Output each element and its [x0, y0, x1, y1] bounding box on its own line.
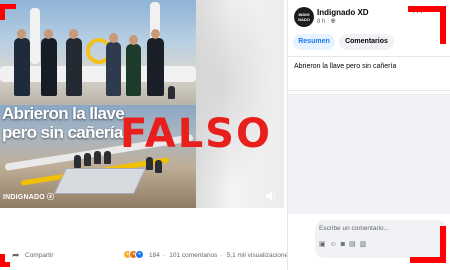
bystander — [168, 86, 175, 99]
person-4-head — [109, 33, 118, 43]
post-details-panel: INDIG NADO Indignado XD 8 h · 🌐︎ ··· Res… — [287, 0, 450, 270]
post-time[interactable]: 8 h — [317, 19, 325, 25]
vertical-pipe-left — [30, 8, 40, 64]
comment-input[interactable]: Escribe un comentario... ▣☺◙▤▥ — [315, 220, 447, 258]
share-button[interactable]: Compartir — [25, 252, 54, 259]
post-action-bar: ➦ Compartir • • • 184 · 101 comentarios … — [0, 246, 291, 266]
person-4 — [106, 42, 121, 96]
falso-stamp: FALSO — [120, 111, 272, 157]
media-column: Abrieron la llave pero sin cañería FALSO… — [0, 0, 291, 270]
source-watermark: INDIGNADO ⓧ — [3, 194, 55, 201]
post-caption: Abrieron la llave pero sin cañería — [294, 63, 397, 70]
page-name[interactable]: Indignado XD — [317, 8, 369, 17]
like-reaction-icon: • — [135, 250, 144, 259]
divider — [288, 56, 450, 57]
person-5 — [126, 44, 141, 96]
worker-6 — [155, 160, 162, 173]
worker-2 — [84, 153, 91, 166]
corner-mark-bl-v — [0, 254, 5, 267]
reaction-count[interactable]: 184 — [149, 252, 160, 259]
person-6-head — [151, 29, 160, 39]
photo-officials-at-valve — [0, 0, 196, 105]
gif-icon[interactable]: ▤ — [349, 241, 360, 248]
platform — [53, 168, 147, 194]
corner-mark-tr-v — [440, 6, 446, 44]
comment-placeholder: Escribe un comentario... — [319, 225, 390, 232]
page-avatar[interactable]: INDIG NADO — [294, 7, 314, 27]
worker-4 — [104, 151, 111, 164]
post-video[interactable]: Abrieron la llave pero sin cañería FALSO… — [0, 0, 284, 208]
tab-resumen[interactable]: Resumen — [293, 34, 335, 50]
share-icon[interactable]: ➦ — [12, 250, 20, 261]
globe-icon: 🌐︎ — [330, 19, 336, 25]
video-side-blur — [196, 0, 284, 208]
person-3 — [66, 38, 82, 96]
comments-area — [288, 94, 450, 214]
person-6 — [147, 38, 164, 96]
corner-mark-br-v — [440, 226, 446, 263]
person-3-head — [69, 29, 78, 39]
person-1-head — [17, 29, 26, 39]
screenshot-root: Abrieron la llave pero sin cañería FALSO… — [0, 0, 450, 270]
divider — [288, 90, 450, 91]
comment-count[interactable]: 101 comentarios — [169, 252, 217, 259]
camera-icon[interactable]: ◙ — [341, 241, 349, 248]
avatar-sticker-icon[interactable]: ▥ — [360, 241, 371, 248]
emoji-icon[interactable]: ☺ — [330, 241, 341, 248]
person-1 — [14, 38, 30, 96]
comment-tools: ▣☺◙▤▥ — [319, 240, 370, 248]
worker-1 — [74, 155, 81, 168]
post-meta: 8 h · 🌐︎ — [317, 19, 336, 25]
sticker-icon[interactable]: ▣ — [319, 241, 330, 248]
tab-comentarios[interactable]: Comentarios — [339, 34, 394, 50]
worker-5 — [146, 157, 153, 170]
view-count: 5,1 mil visualizaciones — [226, 252, 292, 259]
person-2-head — [44, 29, 53, 39]
volume-icon[interactable] — [265, 190, 277, 202]
person-5-head — [129, 35, 138, 45]
post-stats[interactable]: 184 · 101 comentarios · 5,1 mil visualiz… — [149, 252, 291, 259]
worker-3 — [94, 151, 101, 164]
person-2 — [41, 38, 57, 96]
corner-mark-tl-v — [0, 4, 5, 20]
